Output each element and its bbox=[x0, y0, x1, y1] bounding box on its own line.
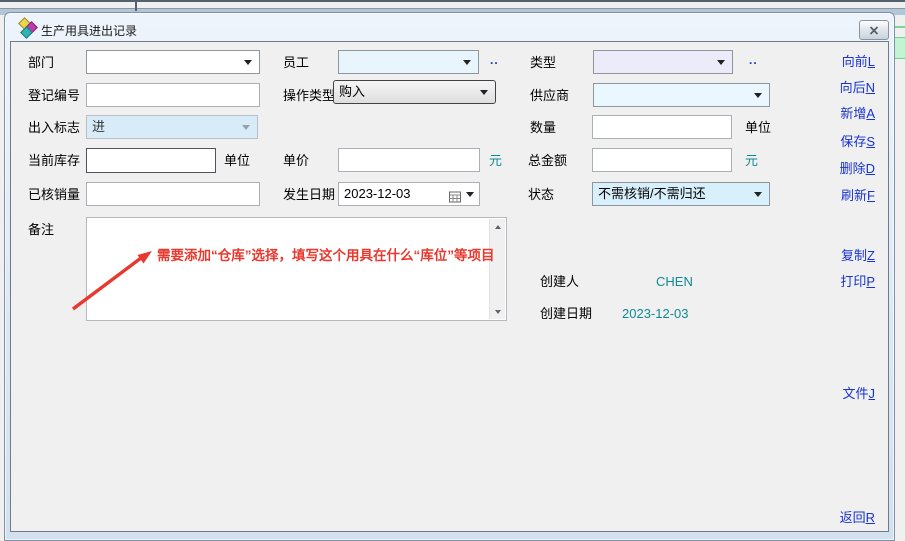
type-label: 类型 bbox=[530, 55, 556, 70]
created-date-label: 创建日期 bbox=[540, 306, 592, 321]
employee-combobox[interactable] bbox=[338, 50, 479, 74]
chevron-down-icon bbox=[754, 192, 762, 197]
total-amount-label: 总金额 bbox=[528, 153, 567, 168]
current-stock-input[interactable] bbox=[86, 148, 216, 173]
employee-label: 员工 bbox=[283, 55, 309, 70]
status-value: 不需核销/不需归还 bbox=[598, 186, 706, 201]
nav-next-button[interactable]: 向后N bbox=[840, 77, 875, 96]
calendar-icon bbox=[449, 188, 461, 210]
department-label: 部门 bbox=[28, 55, 54, 70]
occur-date-value: 2023-12-03 bbox=[344, 186, 411, 201]
inout-flag-combobox: 进 bbox=[86, 115, 258, 139]
inout-flag-value: 进 bbox=[92, 119, 105, 134]
occur-date-picker[interactable]: 2023-12-03 bbox=[338, 182, 480, 206]
creator-label: 创建人 bbox=[540, 274, 579, 289]
inout-flag-label: 出入标志 bbox=[28, 120, 80, 135]
return-button[interactable]: 返回R bbox=[840, 507, 875, 526]
remarks-scrollbar[interactable] bbox=[489, 219, 505, 319]
print-button[interactable]: 打印P bbox=[840, 271, 875, 290]
chevron-down-icon bbox=[242, 125, 250, 130]
chevron-down-icon bbox=[754, 93, 762, 98]
occur-date-label: 发生日期 bbox=[283, 187, 335, 202]
writtenoff-input[interactable] bbox=[86, 182, 260, 206]
unit-price-label: 单价 bbox=[283, 153, 309, 168]
scroll-down-button[interactable] bbox=[490, 304, 505, 319]
operation-type-value: 购入 bbox=[339, 84, 365, 99]
scroll-up-button[interactable] bbox=[490, 219, 505, 234]
type-browse-button[interactable]: .. bbox=[749, 53, 758, 67]
save-button[interactable]: 保存S bbox=[840, 131, 875, 150]
created-date-value: 2023-12-03 bbox=[622, 306, 689, 321]
copy-button[interactable]: 复制Z bbox=[841, 245, 875, 264]
delete-button[interactable]: 删除D bbox=[840, 158, 875, 177]
quantity-unit-label: 单位 bbox=[745, 120, 771, 135]
current-stock-label: 当前库存 bbox=[28, 153, 80, 168]
writtenoff-label: 已核销量 bbox=[28, 187, 80, 202]
operation-type-label: 操作类型 bbox=[283, 88, 335, 103]
refresh-button[interactable]: 刷新F bbox=[841, 185, 875, 204]
chevron-down-icon bbox=[463, 60, 471, 65]
price-yuan-label: 元 bbox=[489, 153, 502, 168]
status-label: 状态 bbox=[528, 187, 554, 202]
employee-browse-button[interactable]: .. bbox=[490, 53, 499, 67]
registration-no-input[interactable] bbox=[86, 83, 260, 107]
triangle-up-icon bbox=[495, 225, 501, 229]
file-button[interactable]: 文件J bbox=[842, 383, 875, 402]
annotation-text: 需要添加“仓库”选择，填写这个用具在什么“库位”等项目 bbox=[157, 244, 495, 264]
chevron-down-icon bbox=[480, 90, 488, 95]
quantity-input[interactable] bbox=[592, 115, 732, 139]
add-button[interactable]: 新增A bbox=[840, 103, 875, 122]
stock-unit-label: 单位 bbox=[224, 153, 250, 168]
department-combobox[interactable] bbox=[86, 50, 260, 74]
chevron-down-icon bbox=[717, 60, 725, 65]
operation-type-combobox[interactable]: 购入 bbox=[333, 80, 496, 104]
chevron-down-icon bbox=[466, 192, 474, 197]
remarks-label: 备注 bbox=[28, 222, 54, 237]
nav-previous-button[interactable]: 向前L bbox=[842, 51, 875, 70]
total-amount-input[interactable] bbox=[592, 148, 732, 172]
amount-yuan-label: 元 bbox=[745, 153, 758, 168]
supplier-label: 供应商 bbox=[530, 88, 569, 103]
registration-no-label: 登记编号 bbox=[28, 88, 80, 103]
unit-price-input[interactable] bbox=[338, 148, 480, 172]
chevron-down-icon bbox=[244, 60, 252, 65]
creator-value: CHEN bbox=[656, 274, 693, 289]
remarks-textarea[interactable] bbox=[86, 217, 507, 321]
status-combobox[interactable]: 不需核销/不需归还 bbox=[592, 182, 770, 206]
quantity-label: 数量 bbox=[530, 120, 556, 135]
form-layer: 部门 员工 .. 类型 .. 登记编号 操作类型 购入 供应商 出入标志 进 数… bbox=[0, 0, 905, 541]
type-combobox[interactable] bbox=[593, 50, 733, 74]
triangle-down-icon bbox=[495, 310, 501, 314]
supplier-combobox[interactable] bbox=[593, 83, 770, 107]
